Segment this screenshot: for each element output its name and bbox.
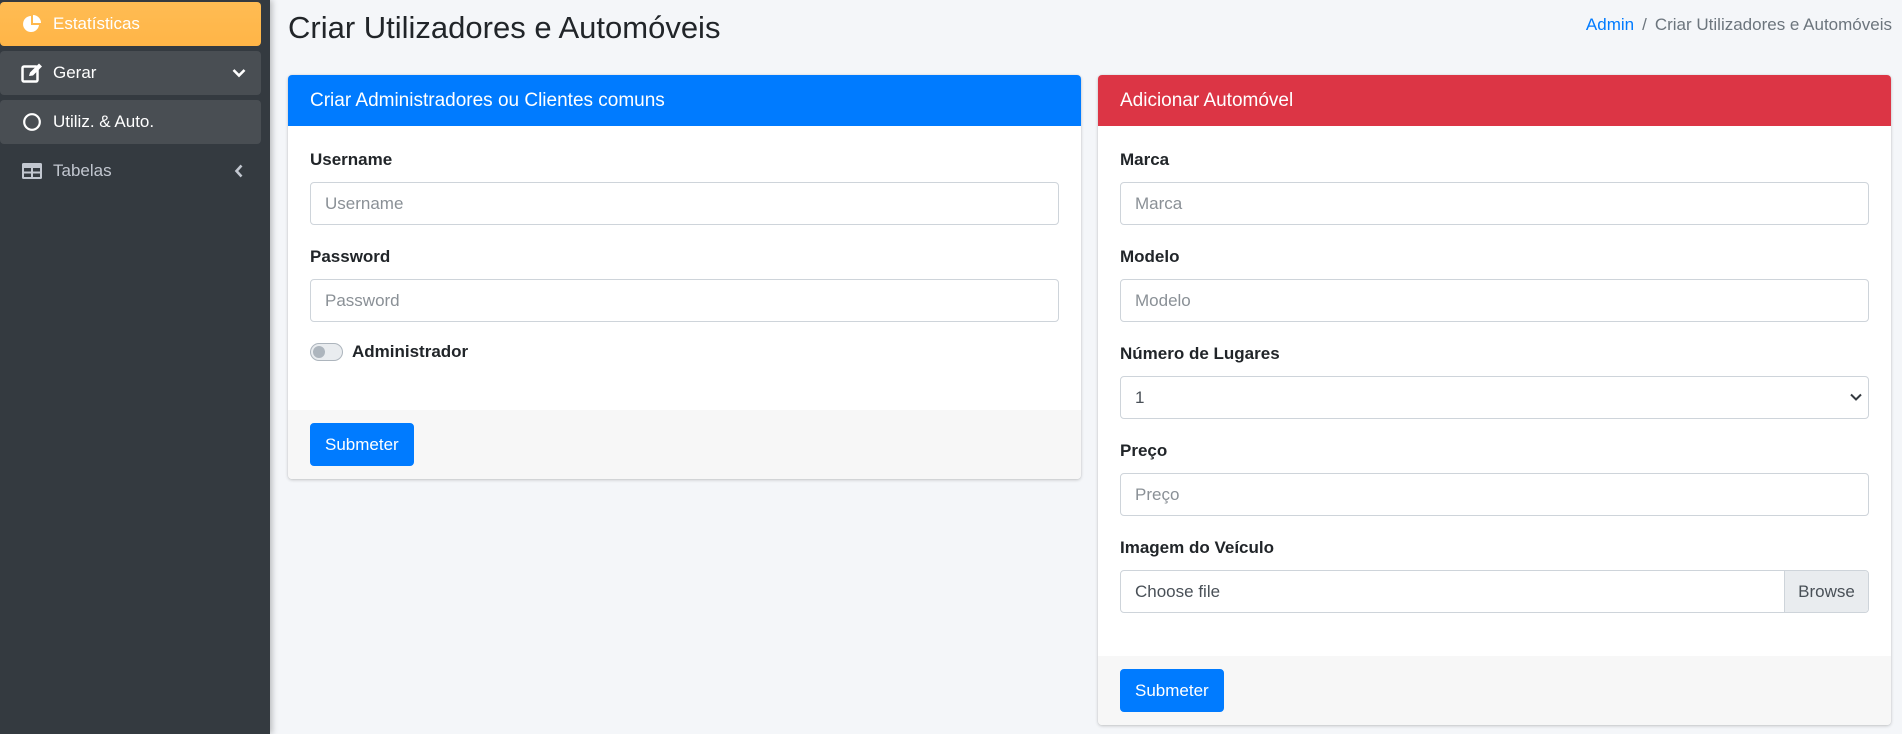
browse-button[interactable]: Browse — [1784, 571, 1868, 612]
password-label: Password — [310, 247, 391, 266]
marca-group: Marca — [1120, 150, 1869, 225]
modelo-group: Modelo — [1120, 247, 1869, 322]
sidebar-item-label: Gerar — [53, 63, 97, 82]
modelo-label: Modelo — [1120, 247, 1180, 266]
sidebar-item-gerar[interactable]: Gerar — [0, 51, 261, 95]
card-body: Marca Modelo Número de Lugares 1 Preço I… — [1098, 126, 1891, 613]
username-label: Username — [310, 150, 393, 169]
card-body: Username Password Administrador — [288, 126, 1081, 362]
password-group: Password — [310, 247, 1059, 322]
breadcrumb-home-link[interactable]: Admin — [1586, 15, 1634, 35]
add-car-card: Adicionar Automóvel Marca Modelo Número … — [1098, 75, 1891, 725]
card-title: Adicionar Automóvel — [1120, 89, 1294, 111]
preco-group: Preço — [1120, 441, 1869, 516]
submit-car-button[interactable]: Submeter — [1120, 669, 1224, 712]
card-title: Criar Administradores ou Clientes comuns — [310, 89, 665, 111]
toggle-knob — [313, 346, 325, 358]
create-user-card: Criar Administradores ou Clientes comuns… — [288, 75, 1081, 479]
admin-toggle-label[interactable]: Administrador — [352, 342, 468, 362]
sidebar-item-estatisticas[interactable]: Estatísticas — [0, 2, 261, 46]
modelo-input[interactable] — [1120, 279, 1869, 322]
circle-icon — [20, 110, 44, 134]
file-input[interactable]: Choose file Browse — [1120, 570, 1869, 613]
marca-label: Marca — [1120, 150, 1170, 169]
username-input[interactable] — [310, 182, 1059, 225]
breadcrumb-current: Criar Utilizadores e Automóveis — [1654, 15, 1892, 34]
preco-input[interactable] — [1120, 473, 1869, 516]
lugares-select[interactable]: 1 — [1120, 376, 1869, 419]
admin-switch-row: Administrador — [310, 342, 1059, 362]
card-header: Adicionar Automóvel — [1098, 75, 1891, 126]
submit-user-button[interactable]: Submeter — [310, 423, 414, 466]
lugares-selected-value[interactable]: 1 — [1120, 376, 1869, 419]
preco-label: Preço — [1120, 441, 1168, 460]
sidebar-item-tabelas[interactable]: Tabelas — [0, 149, 261, 193]
chevron-down-icon — [231, 65, 247, 81]
sidebar-item-utiliz-auto[interactable]: Utiliz. & Auto. — [0, 100, 261, 144]
lugares-label: Número de Lugares — [1120, 344, 1280, 363]
card-footer: Submeter — [288, 410, 1081, 479]
username-group: Username — [310, 150, 1059, 225]
file-input-label[interactable]: Choose file — [1121, 571, 1784, 612]
sidebar-item-label: Utiliz. & Auto. — [53, 112, 155, 131]
sidebar-item-label: Tabelas — [53, 161, 112, 180]
page-title: Criar Utilizadores e Automóveis — [288, 10, 721, 45]
edit-icon — [20, 61, 44, 85]
marca-input[interactable] — [1120, 182, 1869, 225]
imagem-label: Imagem do Veículo — [1120, 538, 1274, 557]
chevron-left-icon — [231, 163, 247, 179]
sidebar-item-label: Estatísticas — [53, 14, 140, 33]
breadcrumb-separator: / — [1642, 15, 1647, 34]
card-footer: Submeter — [1098, 656, 1891, 725]
imagem-group: Imagem do Veículo Choose file Browse — [1120, 538, 1869, 613]
pie-chart-icon — [20, 12, 44, 36]
lugares-group: Número de Lugares 1 — [1120, 344, 1869, 419]
card-header: Criar Administradores ou Clientes comuns — [288, 75, 1081, 126]
table-icon — [20, 159, 44, 183]
chevron-down-icon — [1849, 390, 1863, 404]
breadcrumb: Admin / Criar Utilizadores e Automóveis — [1586, 15, 1892, 35]
admin-toggle[interactable] — [310, 343, 343, 361]
sidebar: Estatísticas Gerar Utiliz. & Auto. Tabel… — [0, 0, 270, 734]
content-header: Criar Utilizadores e Automóveis Admin / … — [288, 0, 1902, 60]
password-input[interactable] — [310, 279, 1059, 322]
